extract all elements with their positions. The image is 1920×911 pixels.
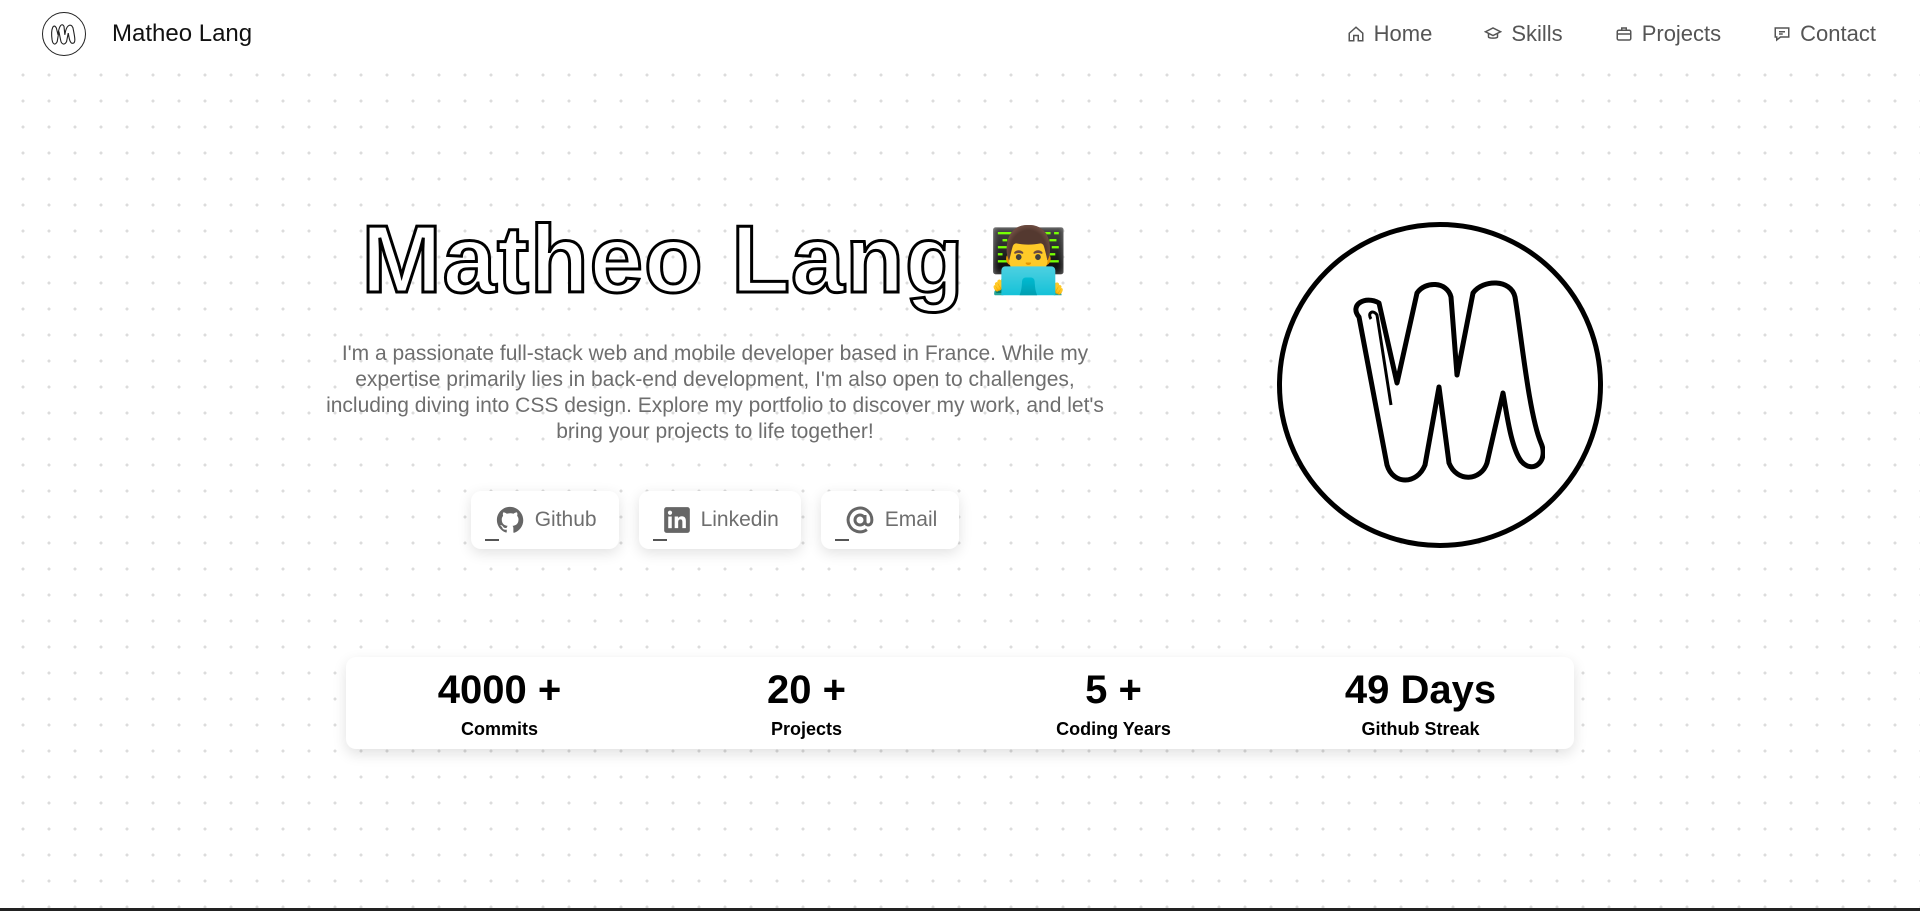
brand-name[interactable]: Matheo Lang: [112, 20, 252, 48]
stat-commits: 4000 + Commits: [346, 657, 653, 749]
linkedin-underline: [652, 539, 667, 541]
avatar-logo: [1277, 222, 1603, 548]
message-icon: [1774, 27, 1790, 42]
home-icon: [1348, 26, 1364, 42]
github-icon: [496, 506, 523, 533]
linkedin-icon: [663, 507, 690, 533]
nav-label-contact: Contact: [1800, 21, 1876, 46]
hero-section: Matheo Lang 👨‍💻 I'm a passionate full-st…: [300, 205, 1130, 549]
email-button[interactable]: Email: [820, 491, 960, 549]
briefcase-icon: [1616, 27, 1632, 41]
stat-label: Github Streak: [1361, 719, 1480, 739]
stats-bar: 4000 + Commits 20 + Projects 5 + Coding …: [346, 657, 1574, 749]
stat-value: 4000 +: [437, 668, 562, 712]
logo-icon[interactable]: [42, 12, 86, 56]
main-nav: Home Skills Projects Contact: [1347, 21, 1876, 47]
hero-title: Matheo Lang: [360, 205, 965, 315]
hero-title-row: Matheo Lang 👨‍💻: [360, 205, 1069, 315]
github-label: Github: [534, 508, 597, 531]
stat-label: Coding Years: [1056, 719, 1171, 739]
nav-item-contact[interactable]: Contact: [1773, 21, 1876, 47]
linkedin-button[interactable]: Linkedin: [638, 491, 801, 549]
stat-label: Commits: [460, 719, 538, 739]
stat-label: Projects: [770, 719, 843, 739]
nav-item-projects[interactable]: Projects: [1615, 21, 1721, 47]
social-links: Github Linkedin Email: [470, 491, 960, 549]
stat-coding-years: 5 + Coding Years: [960, 657, 1267, 749]
nav-label-home: Home: [1373, 21, 1433, 46]
email-underline: [834, 539, 849, 541]
nav-label-projects: Projects: [1641, 21, 1722, 46]
top-navbar: Matheo Lang Home Skills Projects Contact: [0, 0, 1920, 68]
github-button[interactable]: Github: [470, 491, 619, 549]
stat-github-streak: 49 Days Github Streak: [1267, 657, 1574, 749]
email-label: Email: [884, 508, 938, 531]
stat-value: 20 +: [767, 668, 846, 712]
stat-value: 49 Days: [1344, 668, 1497, 712]
linkedin-label: Linkedin: [700, 508, 779, 531]
hero-description: I'm a passionate full-stack web and mobi…: [326, 342, 1104, 443]
brand[interactable]: Matheo Lang: [42, 12, 252, 56]
stat-projects: 20 + Projects: [653, 657, 960, 749]
at-sign-icon: [846, 506, 874, 534]
stat-value: 5 +: [1085, 668, 1142, 712]
nav-item-home[interactable]: Home: [1347, 21, 1433, 47]
developer-emoji-icon: 👨‍💻: [988, 224, 1069, 296]
nav-label-skills: Skills: [1511, 21, 1563, 46]
nav-item-skills[interactable]: Skills: [1484, 21, 1563, 47]
monogram-icon: [1353, 280, 1545, 483]
github-underline: [484, 539, 499, 541]
graduation-cap-icon: [1484, 27, 1503, 39]
